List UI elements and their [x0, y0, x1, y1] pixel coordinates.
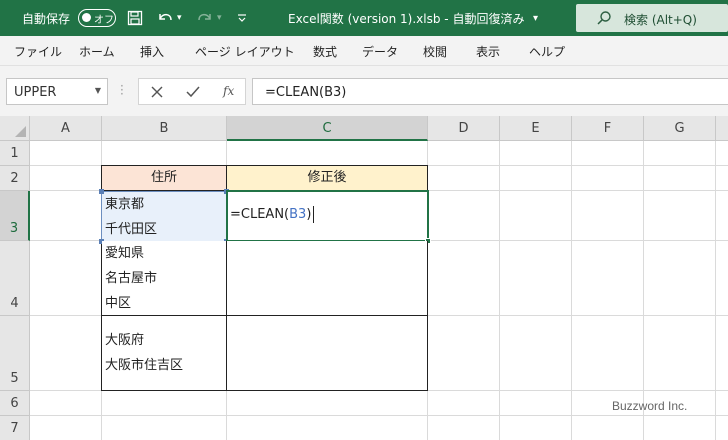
autosave-label: 自動保存 [22, 12, 71, 26]
row-header-1[interactable]: 1 [0, 141, 30, 166]
undo-icon[interactable] [156, 8, 174, 28]
spreadsheet-grid: A B C D E F G 1 2 3 4 5 6 7 住所 修正後 東京都 千… [0, 116, 728, 440]
tab-insert[interactable]: 挿入 [140, 43, 164, 60]
tab-review[interactable]: 校閲 [423, 43, 447, 60]
close-icon[interactable] [151, 83, 163, 102]
autosave-state: オフ [94, 15, 114, 26]
redo-dropdown-icon: ▾ [217, 13, 222, 23]
name-box[interactable]: UPPER ▼ [6, 78, 108, 105]
column-header-h[interactable] [716, 116, 728, 141]
cell-b4[interactable]: 愛知県 名古屋市 中区 [102, 241, 227, 316]
gridline [715, 141, 716, 440]
title-bar: 自動保存 オフ ▾ ▾ Excel関数 (version 1).xlsb - 自… [0, 0, 728, 36]
row-header-2[interactable]: 2 [0, 166, 30, 191]
row-header-3[interactable]: 3 [0, 191, 30, 241]
tab-help[interactable]: ヘルプ [529, 43, 565, 60]
column-header-e[interactable]: E [500, 116, 572, 141]
cell-c2[interactable]: 修正後 [227, 166, 428, 191]
search-box[interactable]: 検索 (Alt+Q) [576, 4, 728, 32]
select-all-button[interactable] [0, 116, 30, 141]
cell-c5[interactable] [227, 316, 428, 391]
tab-home[interactable]: ホーム [79, 43, 115, 60]
tab-page-layout[interactable]: ページ レイアウト [195, 43, 295, 60]
formula-input[interactable]: =CLEAN(B3) [252, 78, 728, 105]
cell-b5-line-2: 大阪市住吉区 [105, 358, 184, 373]
gridline [571, 141, 572, 440]
tab-formulas[interactable]: 数式 [313, 43, 337, 60]
row-header-6[interactable]: 6 [0, 391, 30, 416]
formula-buttons: fx [138, 78, 246, 105]
undo-dropdown-icon[interactable]: ▾ [177, 8, 182, 28]
column-header-b[interactable]: B [102, 116, 227, 141]
cell-c3-formula: =CLEAN(B3) [230, 206, 315, 223]
gridline [30, 415, 728, 416]
toggle-knob [82, 13, 91, 22]
cell-b3[interactable]: 東京都 千代田区 [99, 189, 229, 244]
ribbon-tabs: ファイル ホーム 挿入 ページ レイアウト 数式 データ 校閲 表示 ヘルプ [0, 36, 728, 66]
cell-b2[interactable]: 住所 [102, 166, 227, 191]
column-header-c[interactable]: C [227, 116, 428, 141]
search-icon [596, 10, 612, 29]
search-placeholder: 検索 (Alt+Q) [624, 13, 697, 27]
grip-icon[interactable]: · · · [120, 80, 124, 100]
watermark: Buzzword Inc. [612, 399, 688, 413]
cell-b5[interactable]: 大阪府 大阪市住吉区 [102, 316, 227, 391]
autosave-toggle[interactable]: オフ [78, 9, 116, 27]
range-handle[interactable] [99, 189, 104, 194]
cell-b5-line-1: 大阪府 [105, 333, 145, 348]
gridline [499, 141, 500, 440]
cell-b3-line-2: 千代田区 [105, 222, 158, 237]
window-title: Excel関数 (version 1).xlsb - 自動回復済み [288, 12, 525, 26]
insert-function-button[interactable]: fx [223, 84, 234, 98]
formula-bar: UPPER ▼ · · · fx =CLEAN(B3) [0, 66, 728, 116]
column-header-d[interactable]: D [428, 116, 500, 141]
row-header-5[interactable]: 5 [0, 316, 30, 391]
check-icon[interactable] [186, 83, 200, 102]
customize-toolbar-icon[interactable] [237, 8, 247, 28]
name-box-value: UPPER [14, 85, 57, 100]
cell-b4-line-1: 愛知県 [105, 246, 145, 261]
cell-b4-line-2: 名古屋市 [105, 271, 158, 286]
tab-data[interactable]: データ [362, 43, 398, 60]
cell-b3-line-1: 東京都 [105, 197, 145, 212]
cell-c4[interactable] [227, 241, 428, 316]
column-header-a[interactable]: A [30, 116, 102, 141]
tab-view[interactable]: 表示 [476, 43, 500, 60]
redo-icon [196, 8, 214, 28]
formula-text: =CLEAN(B3) [265, 85, 347, 100]
save-icon[interactable] [127, 8, 143, 28]
gridline [643, 141, 644, 440]
column-header-g[interactable]: G [644, 116, 716, 141]
row-header-4[interactable]: 4 [0, 241, 30, 316]
row-header-7[interactable]: 7 [0, 416, 30, 440]
text-caret [313, 206, 315, 223]
column-header-f[interactable]: F [572, 116, 644, 141]
cell-c3[interactable]: =CLEAN(B3) [226, 190, 429, 242]
cell-b4-line-3: 中区 [105, 296, 132, 311]
title-dropdown-icon[interactable]: ▾ [533, 8, 538, 28]
chevron-down-icon[interactable]: ▼ [95, 86, 101, 95]
tab-file[interactable]: ファイル [14, 43, 62, 60]
